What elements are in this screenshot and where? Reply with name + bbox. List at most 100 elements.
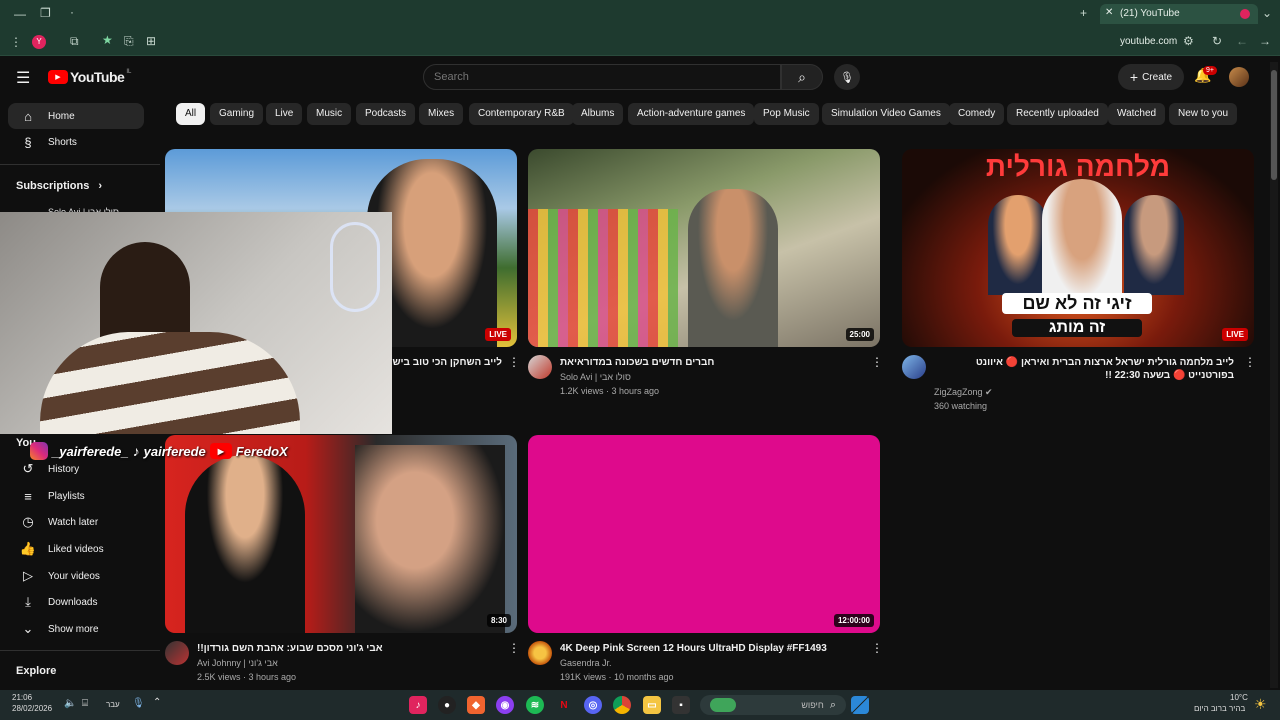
app-icon[interactable]: ◉ (496, 696, 514, 714)
video-title[interactable]: אבי ג'וני מסכם שבוע: אהבת השם גורדון!! (197, 642, 497, 655)
voice-search-button[interactable]: 🎙 (834, 64, 860, 90)
channel-name[interactable]: ZigZagZong ✔ (934, 385, 993, 399)
window-close-icon[interactable]: · (70, 5, 74, 19)
browser-tab[interactable]: ✕ (21) YouTube (1100, 4, 1258, 24)
page-scrollbar[interactable] (1270, 62, 1278, 688)
sidebar-item-show-more[interactable]: ⌄ Show more (8, 616, 144, 642)
spotify-app-icon[interactable]: ≋ (526, 696, 544, 714)
tab-search-icon[interactable]: ⌄ (1262, 6, 1272, 20)
chip-pop-music[interactable]: Pop Music (754, 103, 819, 125)
bookmark-star-icon[interactable]: ★ (102, 33, 113, 47)
terminal-app-icon[interactable]: ▪ (672, 696, 690, 714)
search-input[interactable] (423, 64, 781, 90)
sidebar-subscriptions-heading[interactable]: Subscriptions › (16, 180, 102, 192)
chip-all[interactable]: All (176, 103, 206, 125)
site-settings-icon[interactable]: ⚙ (1183, 34, 1194, 48)
channel-avatar[interactable] (902, 355, 926, 379)
install-app-icon[interactable]: ⊞ (146, 34, 156, 48)
video-title[interactable]: לייב מלחמה גורלית ישראל ארצות הברית ואיר… (934, 356, 1234, 382)
more-actions-icon[interactable]: ⋮ (871, 641, 883, 655)
url-text[interactable]: youtube.com (1120, 36, 1177, 47)
channel-avatar[interactable] (528, 641, 552, 665)
language-indicator[interactable]: עבר (106, 700, 120, 709)
chip-podcasts[interactable]: Podcasts (356, 103, 416, 125)
search-button[interactable]: ⌕ (781, 64, 823, 90)
chip-action-adventure[interactable]: Action-adventure games (628, 103, 755, 125)
window-restore-icon[interactable]: ❐ (40, 6, 51, 20)
account-avatar[interactable] (1229, 67, 1249, 87)
more-actions-icon[interactable]: ⋮ (508, 641, 520, 655)
reload-icon[interactable]: ↻ (1212, 34, 1222, 48)
tiktok-app-icon[interactable]: ♪ (409, 696, 427, 714)
sidebar-item-your-videos[interactable]: ▷ Your videos (8, 563, 144, 589)
window-minimize-icon[interactable]: — (14, 7, 26, 21)
file-explorer-icon[interactable]: ▭ (643, 696, 661, 714)
video-thumbnail[interactable]: 12:00:00 (528, 435, 880, 633)
chip-new-to-you[interactable]: New to you (1169, 103, 1238, 125)
tab-close-icon[interactable]: ✕ (1105, 7, 1113, 18)
thumbnail-fighters (355, 445, 505, 633)
search-highlight-icon (710, 698, 736, 712)
video-thumbnail[interactable]: מלחמה גורלית זיגי זה לא שם זה מותג LIVE (902, 149, 1254, 347)
chip-contemporary-rnb[interactable]: Contemporary R&B (469, 103, 574, 125)
youtube-logo[interactable]: ▶ YouTube IL (48, 69, 131, 85)
windows-start-icon[interactable] (851, 696, 869, 714)
channel-name[interactable]: Avi Johnny | אבי ג'וני (197, 656, 278, 670)
chrome-app-icon[interactable] (613, 696, 631, 714)
video-thumbnail[interactable]: 25:00 (528, 149, 880, 347)
forward-icon[interactable]: ← (1236, 34, 1248, 48)
speaker-icon[interactable]: 🔈 (64, 698, 76, 709)
create-button[interactable]: + Create (1118, 64, 1184, 90)
hamburger-menu-icon[interactable]: ☰ (16, 68, 30, 88)
chip-comedy[interactable]: Comedy (949, 103, 1005, 125)
more-actions-icon[interactable]: ⋮ (508, 355, 520, 369)
chip-gaming[interactable]: Gaming (210, 103, 264, 125)
chip-simulation[interactable]: Simulation Video Games (822, 103, 950, 125)
profile-avatar[interactable]: Y (32, 35, 46, 49)
clock-time[interactable]: 21:06 (12, 693, 32, 703)
sidebar-item-watch-later[interactable]: ◷ Watch later (8, 509, 144, 535)
obs-app-icon[interactable]: ● (438, 696, 456, 714)
scrollbar-thumb[interactable] (1271, 70, 1277, 180)
sidebar-item-liked[interactable]: 👍 Liked videos (8, 536, 144, 562)
discord-app-icon[interactable]: ◎ (584, 696, 602, 714)
video-thumbnail[interactable]: 8:30 (165, 435, 517, 633)
weather-temp[interactable]: 10°C (1230, 693, 1248, 702)
channel-avatar[interactable] (165, 641, 189, 665)
extensions-icon[interactable]: ⧉ (70, 34, 79, 49)
share-icon[interactable]: ⎘ (124, 34, 134, 49)
sidebar-item-downloads[interactable]: ⤓ Downloads (8, 589, 144, 615)
chip-albums[interactable]: Albums (572, 103, 624, 125)
more-actions-icon[interactable]: ⋮ (871, 355, 883, 369)
video-title[interactable]: 4K Deep Pink Screen 12 Hours UltraHD Dis… (560, 642, 860, 655)
netflix-app-icon[interactable]: N (555, 696, 573, 714)
weather-sun-icon[interactable]: ☀ (1254, 696, 1267, 713)
chip-recently-uploaded[interactable]: Recently uploaded (1007, 103, 1108, 125)
network-icon[interactable]: ⌸ (82, 698, 88, 709)
sidebar-item-playlists[interactable]: ≡ Playlists (8, 483, 144, 509)
video-title[interactable]: חברים חדשים בשכונה במדוראיאת (560, 356, 860, 369)
sidebar-item-home[interactable]: ⌂ Home (8, 103, 144, 129)
chip-watched[interactable]: Watched (1108, 103, 1166, 125)
channel-name[interactable]: Solo Avi | סולו אבי (560, 370, 631, 384)
channel-avatar[interactable] (528, 355, 552, 379)
chip-music[interactable]: Music (307, 103, 352, 125)
youtube-play-icon: ▶ (48, 70, 68, 84)
weather-description[interactable]: בהיר ברוב היום (1194, 704, 1245, 713)
taskbar-search[interactable]: חיפוש ⌕ (700, 695, 846, 715)
microphone-tray-icon[interactable]: 🎙 (132, 698, 145, 709)
tray-chevron-icon[interactable]: ⌃ (153, 697, 161, 708)
social-handles-overlay: _yairferede_ ♪ yairferede ▶ FeredoX (30, 440, 288, 462)
video-title[interactable]: לייב השחקן הכי טוב בישראל (392, 356, 502, 369)
clock-date[interactable]: 28/02/2026 (12, 704, 52, 714)
brave-app-icon[interactable]: ◆ (467, 696, 485, 714)
chip-live[interactable]: Live (266, 103, 303, 125)
chip-mixes[interactable]: Mixes (419, 103, 464, 125)
menu-dots-icon[interactable]: ⋮ (10, 35, 22, 49)
new-tab-icon[interactable]: + (1080, 6, 1087, 20)
more-actions-icon[interactable]: ⋮ (1244, 355, 1256, 369)
microphone-icon: 🎙 (840, 71, 854, 84)
sidebar-item-shorts[interactable]: § Shorts (8, 129, 144, 155)
back-icon[interactable]: → (1259, 34, 1271, 48)
channel-name[interactable]: Gasendra Jr. (560, 656, 612, 670)
